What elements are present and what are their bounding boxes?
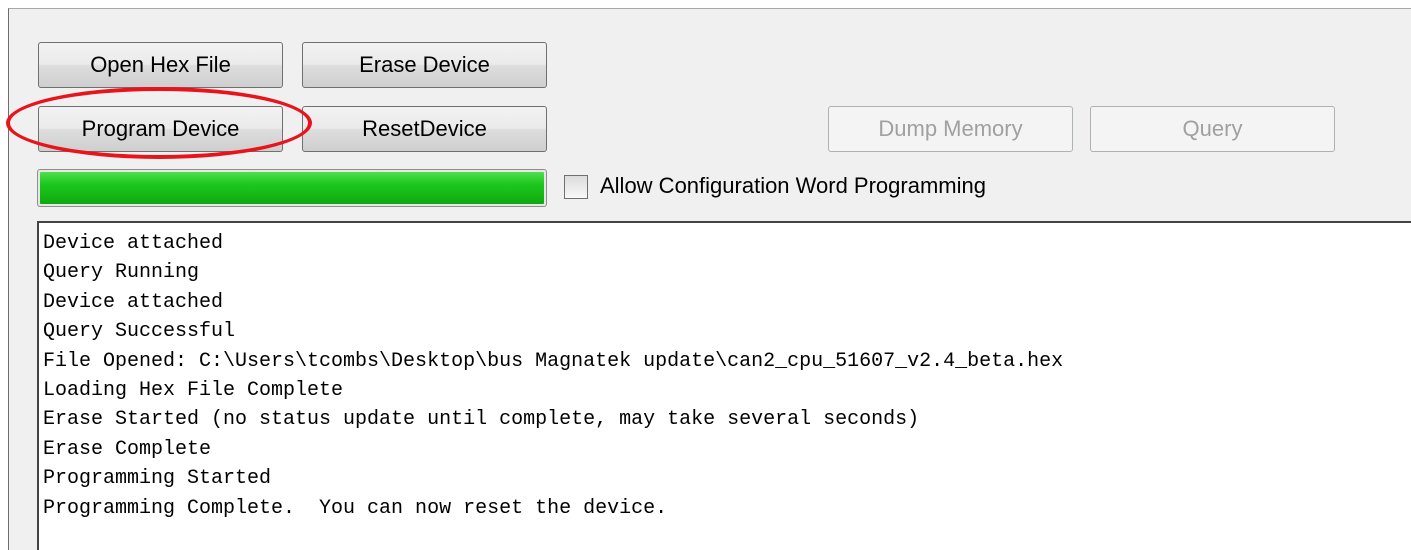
log-line: Query Running xyxy=(43,261,200,285)
config-word-checkbox[interactable] xyxy=(564,175,588,199)
log-line: Programming Started xyxy=(43,467,272,491)
progress-bar-fill xyxy=(40,172,544,204)
log-line: Device attached xyxy=(43,232,224,255)
open-hex-file-button[interactable]: Open Hex File xyxy=(38,42,283,88)
config-word-checkbox-label[interactable]: Allow Configuration Word Programming xyxy=(600,173,986,199)
log-line: Programming Complete. You can now reset … xyxy=(43,496,668,520)
program-device-button[interactable]: Program Device xyxy=(38,106,283,152)
dump-memory-button[interactable]: Dump Memory xyxy=(828,106,1073,152)
erase-device-button[interactable]: Erase Device xyxy=(302,42,547,88)
query-button[interactable]: Query xyxy=(1090,106,1335,152)
reset-device-button[interactable]: ResetDevice xyxy=(302,106,547,152)
log-line: File Opened: C:\Users\tcombs\Desktop\bus… xyxy=(43,349,1064,373)
progress-bar xyxy=(37,169,547,207)
log-line: Erase Started (no status update until co… xyxy=(43,408,920,432)
status-log[interactable]: Device attached Query Running Device att… xyxy=(37,221,1411,550)
log-line: Query Successful xyxy=(43,320,236,344)
log-line: Device attached xyxy=(43,290,224,314)
log-line: Loading Hex File Complete xyxy=(43,378,344,402)
log-line: Erase Complete xyxy=(43,437,212,461)
